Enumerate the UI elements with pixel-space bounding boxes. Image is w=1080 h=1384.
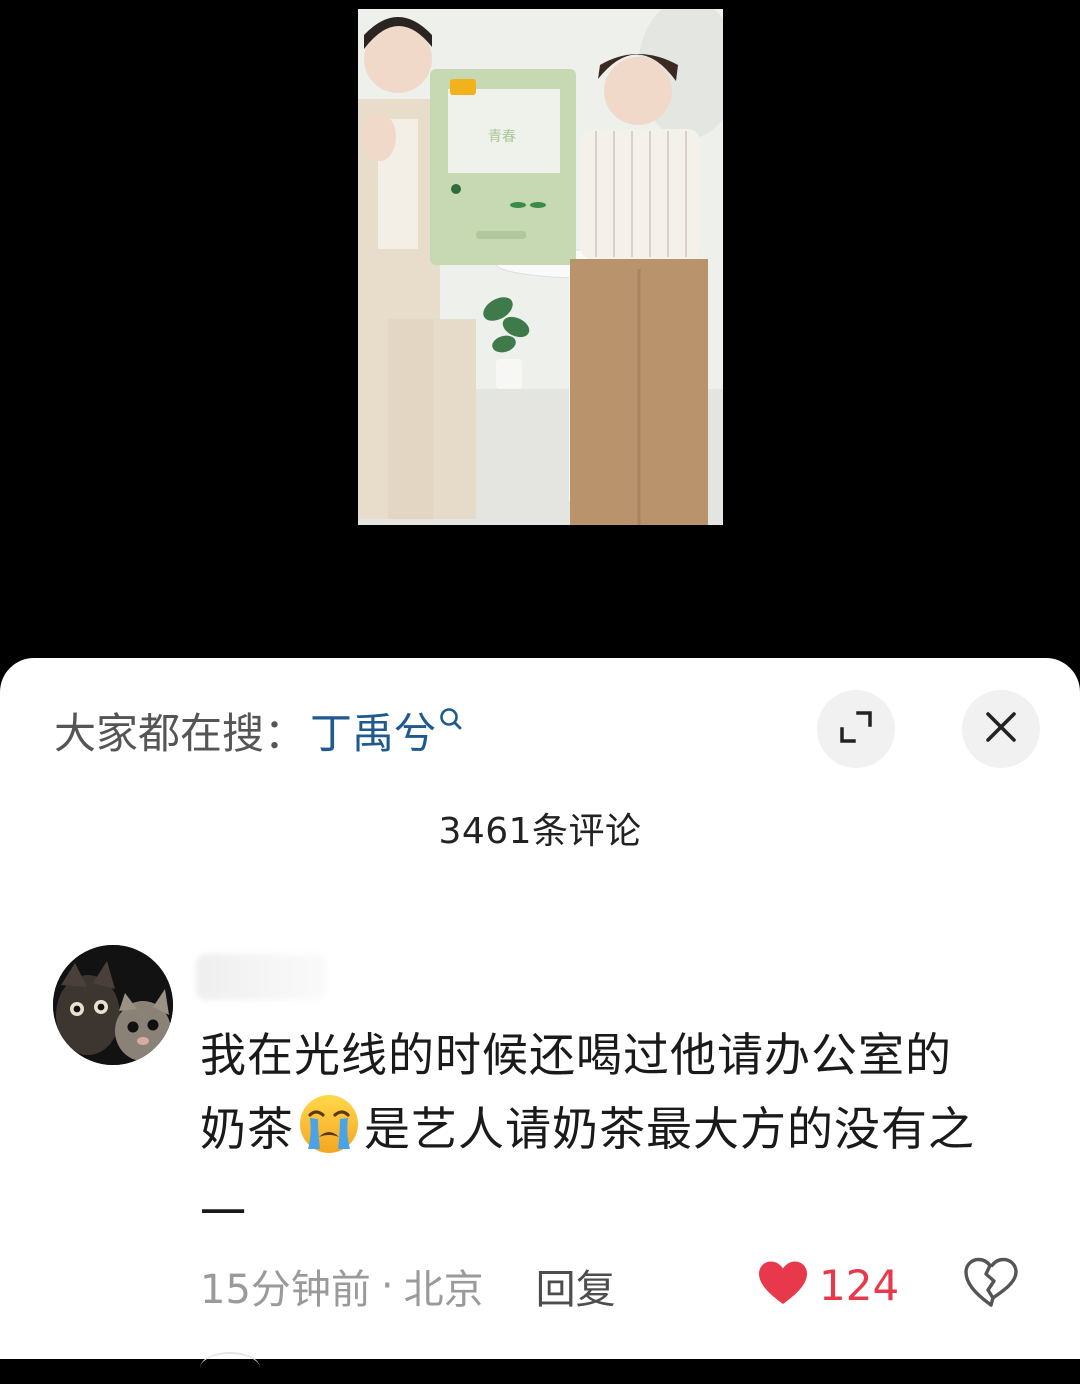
comment-text-line-3: 一 — [200, 1186, 247, 1240]
comment-text-line-1: 我在光线的时候还喝过他请办公室的 — [200, 1028, 952, 1082]
expand-icon — [836, 707, 876, 751]
close-button[interactable] — [962, 690, 1040, 768]
svg-text:青春: 青春 — [488, 129, 516, 145]
video-frame[interactable]: 青春 — [358, 9, 723, 525]
username-blurred[interactable] — [196, 954, 326, 1000]
comment-meta: 15分钟前 · 北京 回复 — [200, 1258, 616, 1314]
next-comment-avatar-edge — [200, 1352, 260, 1384]
comment-text-line-2b: 是艺人请奶茶最大方的没有之 — [364, 1102, 975, 1156]
heart-icon — [757, 1260, 809, 1310]
comment-text: 我在光线的时候还喝过他请办公室的 奶茶 是艺人请奶茶最大方的没有之 一 — [200, 1018, 1020, 1250]
hot-search-bar[interactable]: 大家都在搜： 丁禹兮 — [54, 700, 464, 760]
broken-heart-icon — [962, 1257, 1020, 1314]
close-icon — [983, 709, 1019, 749]
dislike-button[interactable] — [962, 1256, 1020, 1314]
like-count: 124 — [819, 1260, 900, 1310]
hot-search-keyword[interactable]: 丁禹兮 — [310, 700, 436, 761]
video-player[interactable]: 青春 — [0, 0, 1080, 660]
video-still-image: 青春 — [358, 9, 723, 525]
meta-separator: · — [380, 1263, 394, 1309]
crying-face-emoji — [296, 1093, 362, 1176]
comment-time: 15分钟前 — [200, 1267, 371, 1313]
search-icon[interactable] — [438, 706, 464, 736]
comment-location: 北京 — [403, 1267, 484, 1313]
like-button[interactable]: 124 — [757, 1256, 899, 1314]
avatar[interactable] — [53, 945, 173, 1065]
comment-text-line-2a: 奶茶 — [200, 1102, 294, 1156]
hot-search-prefix: 大家都在搜： — [54, 708, 307, 758]
reply-button[interactable]: 回复 — [536, 1257, 616, 1315]
expand-button[interactable] — [817, 690, 895, 768]
comment-count-title: 3461条评论 — [438, 811, 642, 852]
